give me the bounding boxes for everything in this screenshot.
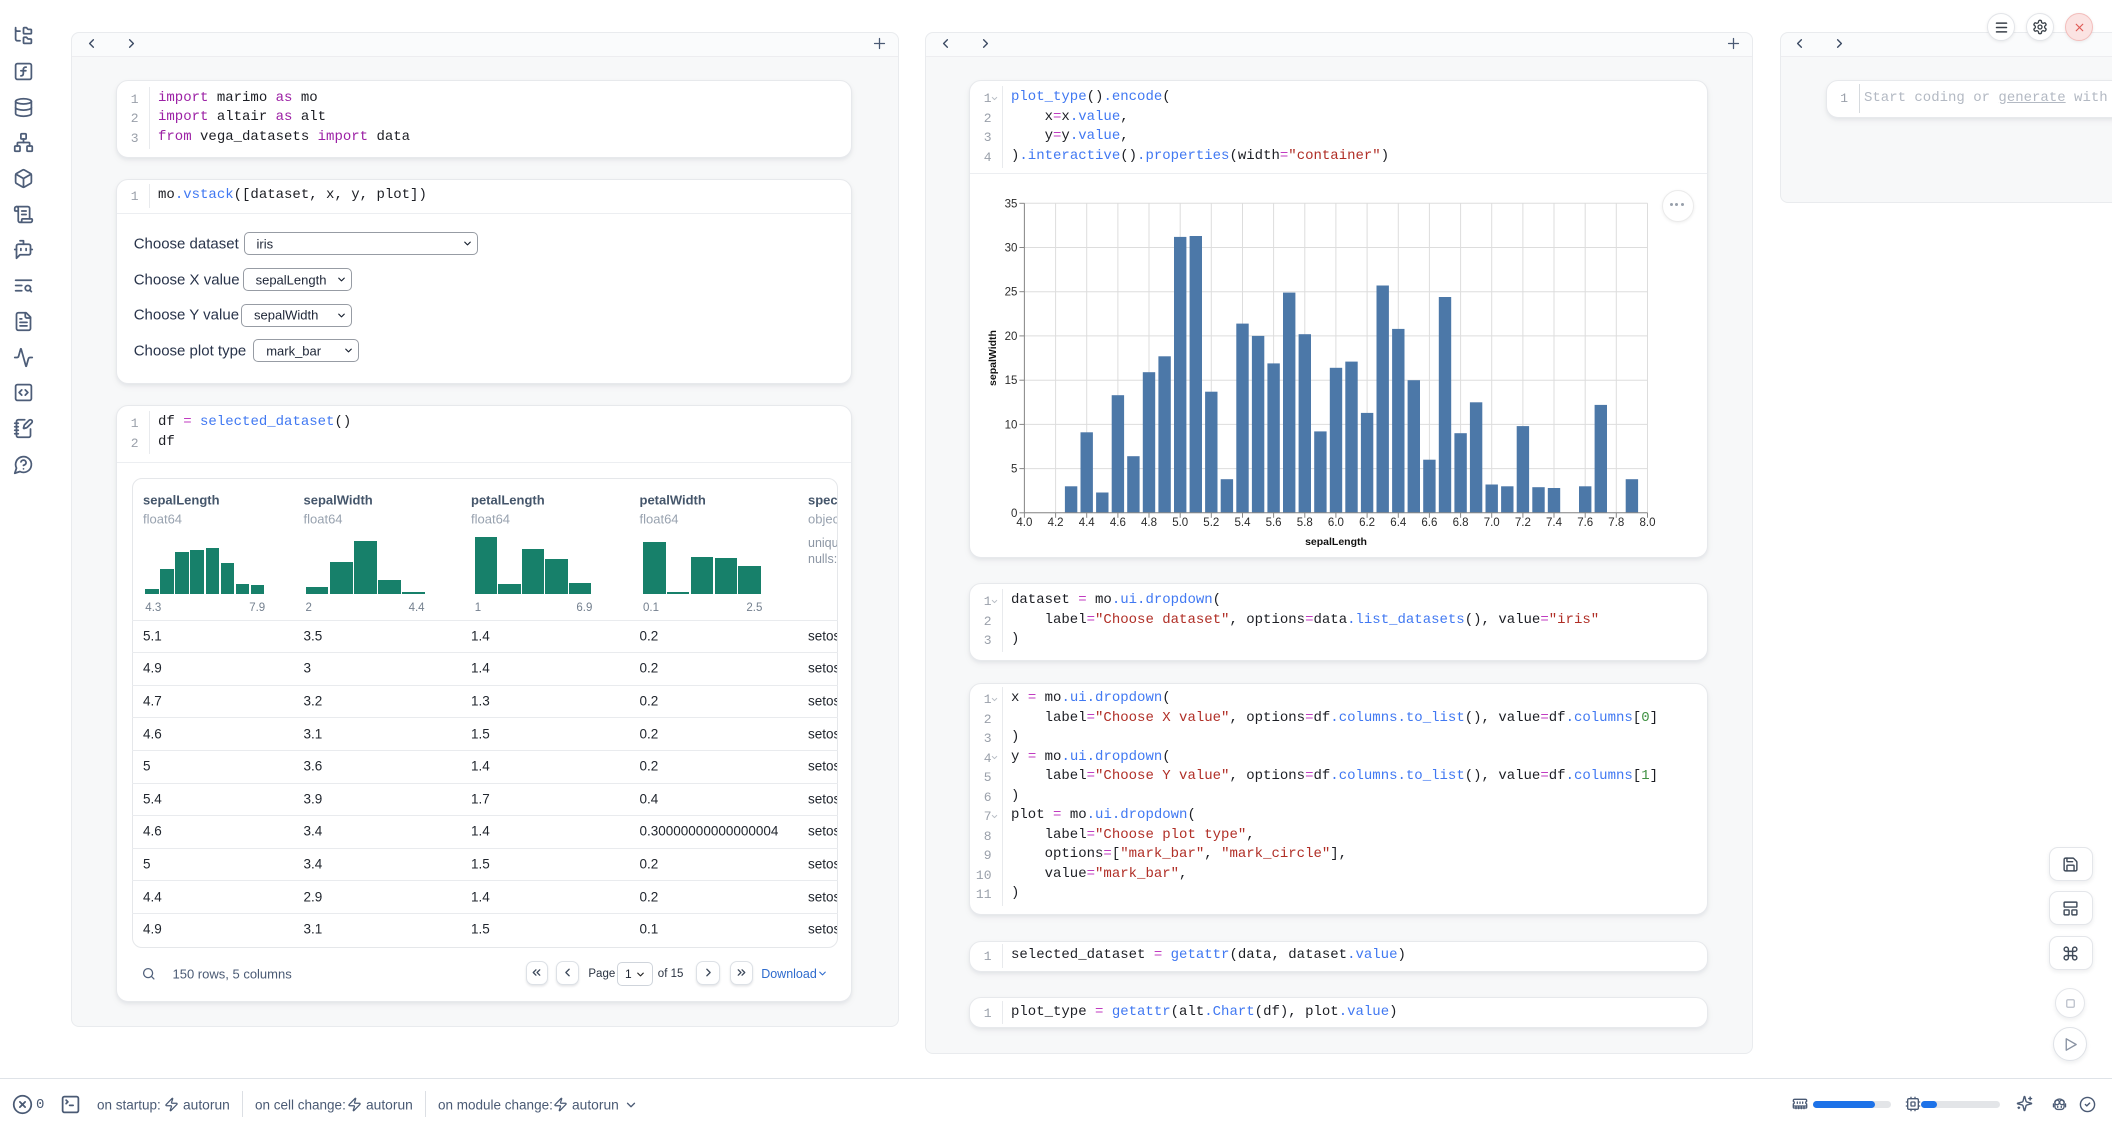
svg-text:8.0: 8.0 <box>1640 517 1656 529</box>
svg-text:5.2: 5.2 <box>1203 517 1219 529</box>
svg-text:35: 35 <box>1005 198 1018 210</box>
svg-text:4.6: 4.6 <box>1110 517 1126 529</box>
svg-text:5.6: 5.6 <box>1266 517 1282 529</box>
svg-text:6.6: 6.6 <box>1421 517 1437 529</box>
svg-text:10: 10 <box>1005 419 1018 431</box>
svg-text:25: 25 <box>1005 286 1018 298</box>
svg-text:5.4: 5.4 <box>1235 517 1252 529</box>
svg-text:4.8: 4.8 <box>1141 517 1157 529</box>
svg-text:7.0: 7.0 <box>1484 517 1500 529</box>
svg-text:15: 15 <box>1005 375 1018 387</box>
svg-text:7.4: 7.4 <box>1546 517 1563 529</box>
svg-text:4.0: 4.0 <box>1016 517 1032 529</box>
svg-text:5.0: 5.0 <box>1172 517 1188 529</box>
svg-text:5: 5 <box>1011 463 1017 475</box>
svg-text:7.8: 7.8 <box>1608 517 1624 529</box>
svg-text:0: 0 <box>1011 507 1017 519</box>
svg-text:20: 20 <box>1005 330 1018 342</box>
svg-text:7.2: 7.2 <box>1515 517 1531 529</box>
svg-text:4.2: 4.2 <box>1048 517 1064 529</box>
svg-text:sepalLength: sepalLength <box>1305 536 1367 548</box>
svg-text:5.8: 5.8 <box>1297 517 1313 529</box>
svg-text:4.4: 4.4 <box>1079 517 1096 529</box>
svg-text:sepalWidth: sepalWidth <box>987 330 999 386</box>
svg-text:6.4: 6.4 <box>1390 517 1407 529</box>
svg-text:6.0: 6.0 <box>1328 517 1344 529</box>
svg-text:6.2: 6.2 <box>1359 517 1375 529</box>
svg-text:7.6: 7.6 <box>1577 517 1593 529</box>
svg-text:6.8: 6.8 <box>1453 517 1469 529</box>
svg-text:30: 30 <box>1005 242 1018 254</box>
